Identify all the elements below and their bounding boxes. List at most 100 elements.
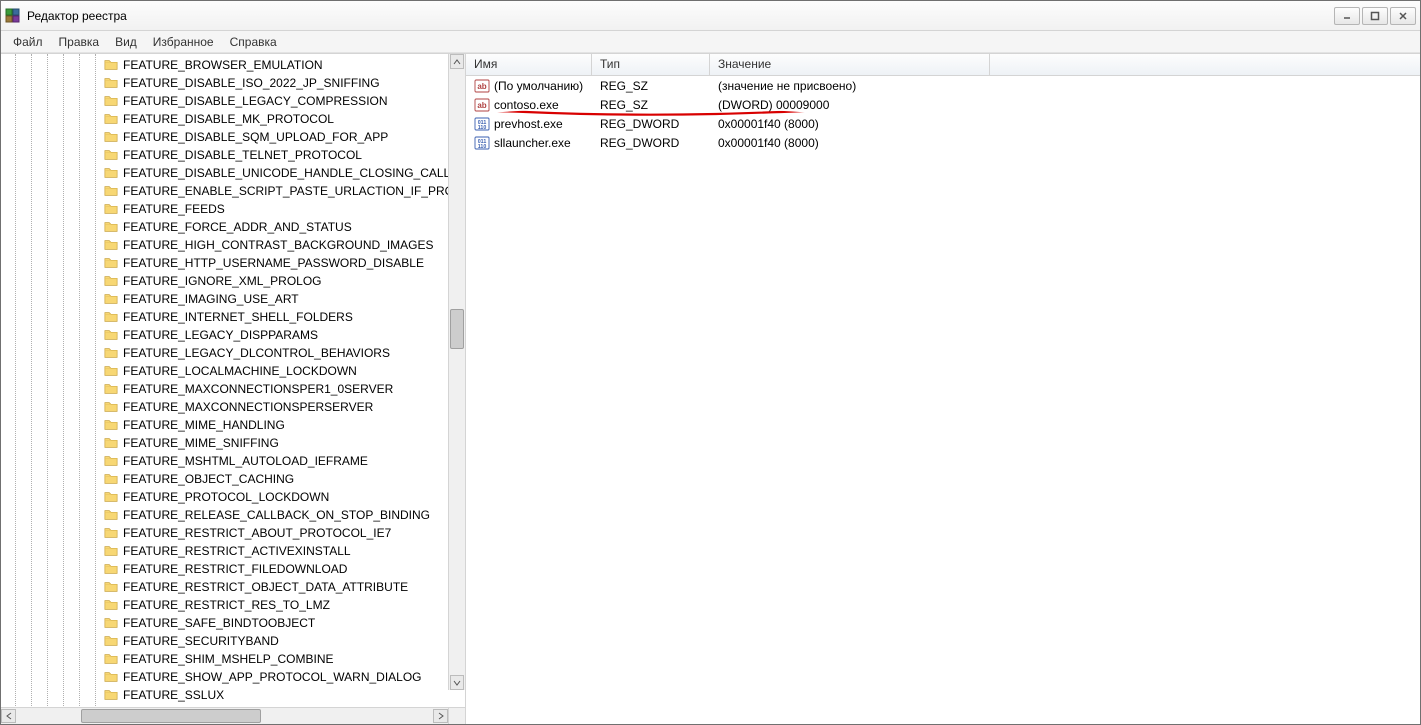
tree-item-label: FEATURE_DISABLE_UNICODE_HANDLE_CLOSING_C… — [123, 166, 465, 180]
list-body[interactable]: (По умолчанию)REG_SZ(значение не присвое… — [466, 76, 1420, 724]
tree-item[interactable]: FEATURE_DISABLE_LEGACY_COMPRESSION — [1, 92, 465, 110]
tree-item[interactable]: FEATURE_DISABLE_TELNET_PROTOCOL — [1, 146, 465, 164]
scroll-thumb[interactable] — [450, 309, 464, 349]
tree-item[interactable]: FEATURE_HTTP_USERNAME_PASSWORD_DISABLE — [1, 254, 465, 272]
tree-item-label: FEATURE_IMAGING_USE_ART — [123, 292, 299, 306]
folder-icon — [103, 202, 119, 216]
tree-item[interactable]: FEATURE_ENABLE_SCRIPT_PASTE_URLACTION_IF… — [1, 182, 465, 200]
scroll-down-arrow-icon[interactable] — [450, 675, 464, 690]
tree-horizontal-scrollbar[interactable] — [1, 707, 465, 724]
cell-name: sllauncher.exe — [466, 135, 592, 151]
tree-item[interactable]: FEATURE_SAFE_BINDTOOBJECT — [1, 614, 465, 632]
list-row[interactable]: sllauncher.exeREG_DWORD0x00001f40 (8000) — [466, 133, 1420, 152]
tree-item[interactable]: FEATURE_RESTRICT_FILEDOWNLOAD — [1, 560, 465, 578]
tree-item[interactable]: FEATURE_SSLUX — [1, 686, 465, 704]
tree-item[interactable]: FEATURE_MAXCONNECTIONSPERSERVER — [1, 398, 465, 416]
tree-item[interactable]: FEATURE_DISABLE_SQM_UPLOAD_FOR_APP — [1, 128, 465, 146]
tree-item[interactable]: FEATURE_LOCALMACHINE_LOCKDOWN — [1, 362, 465, 380]
cell-type: REG_SZ — [592, 79, 710, 93]
tree-list: FEATURE_BROWSER_EMULATION FEATURE_DISABLE… — [1, 54, 465, 707]
folder-icon — [103, 598, 119, 612]
tree-item-label: FEATURE_MAXCONNECTIONSPERSERVER — [123, 400, 373, 414]
window-title: Редактор реестра — [27, 9, 1334, 23]
tree-item[interactable]: FEATURE_RESTRICT_RES_TO_LMZ — [1, 596, 465, 614]
tree-item[interactable]: FEATURE_RESTRICT_ACTIVEXINSTALL — [1, 542, 465, 560]
tree-item-label: FEATURE_ENABLE_SCRIPT_PASTE_URLACTION_IF… — [123, 184, 465, 198]
folder-icon — [103, 382, 119, 396]
tree-item[interactable]: FEATURE_INTERNET_SHELL_FOLDERS — [1, 308, 465, 326]
window-buttons — [1334, 7, 1416, 25]
tree-item[interactable]: FEATURE_FEEDS — [1, 200, 465, 218]
tree-item[interactable]: FEATURE_SHIM_MSHELP_COMBINE — [1, 650, 465, 668]
tree-item[interactable]: FEATURE_MIME_HANDLING — [1, 416, 465, 434]
cell-value: (DWORD) 00009000 — [710, 98, 1110, 112]
tree-item-label: FEATURE_MAXCONNECTIONSPER1_0SERVER — [123, 382, 393, 396]
tree-item[interactable]: FEATURE_BROWSER_EMULATION — [1, 56, 465, 74]
tree-item[interactable]: FEATURE_LEGACY_DLCONTROL_BEHAVIORS — [1, 344, 465, 362]
dword-value-icon — [474, 135, 490, 151]
cell-type: REG_DWORD — [592, 136, 710, 150]
tree-item[interactable]: FEATURE_DISABLE_ISO_2022_JP_SNIFFING — [1, 74, 465, 92]
tree-item[interactable]: FEATURE_DISABLE_UNICODE_HANDLE_CLOSING_C… — [1, 164, 465, 182]
tree-item[interactable]: FEATURE_RESTRICT_OBJECT_DATA_ATTRIBUTE — [1, 578, 465, 596]
tree-item-label: FEATURE_BROWSER_EMULATION — [123, 58, 323, 72]
minimize-button[interactable] — [1334, 7, 1360, 25]
tree-item-label: FEATURE_FEEDS — [123, 202, 225, 216]
folder-icon — [103, 688, 119, 702]
scroll-thumb[interactable] — [81, 709, 261, 723]
tree-item[interactable]: FEATURE_MIME_SNIFFING — [1, 434, 465, 452]
menu-file[interactable]: Файл — [5, 33, 51, 51]
tree-item-label: FEATURE_RESTRICT_ACTIVEXINSTALL — [123, 544, 351, 558]
value-name: (По умолчанию) — [494, 79, 583, 93]
folder-icon — [103, 130, 119, 144]
tree-item-label: FEATURE_DISABLE_TELNET_PROTOCOL — [123, 148, 362, 162]
menu-favorites[interactable]: Избранное — [145, 33, 222, 51]
tree-item[interactable]: FEATURE_SHOW_APP_PROTOCOL_WARN_DIALOG — [1, 668, 465, 686]
tree-item-label: FEATURE_OBJECT_CACHING — [123, 472, 294, 486]
tree-item[interactable]: FEATURE_IMAGING_USE_ART — [1, 290, 465, 308]
tree-item[interactable]: FEATURE_OBJECT_CACHING — [1, 470, 465, 488]
column-header-name[interactable]: Имя — [466, 54, 592, 75]
menu-edit[interactable]: Правка — [51, 33, 108, 51]
tree-scroll[interactable]: FEATURE_BROWSER_EMULATION FEATURE_DISABLE… — [1, 54, 465, 707]
tree-item[interactable]: FEATURE_RELEASE_CALLBACK_ON_STOP_BINDING — [1, 506, 465, 524]
close-button[interactable] — [1390, 7, 1416, 25]
tree-item[interactable]: FEATURE_RESTRICT_ABOUT_PROTOCOL_IE7 — [1, 524, 465, 542]
scroll-corner — [448, 708, 465, 724]
tree-item[interactable]: FEATURE_PROTOCOL_LOCKDOWN — [1, 488, 465, 506]
folder-icon — [103, 580, 119, 594]
list-row[interactable]: (По умолчанию)REG_SZ(значение не присвое… — [466, 76, 1420, 95]
tree-item-label: FEATURE_SHOW_APP_PROTOCOL_WARN_DIALOG — [123, 670, 422, 684]
tree-item[interactable]: FEATURE_IGNORE_XML_PROLOG — [1, 272, 465, 290]
tree-item[interactable]: FEATURE_MAXCONNECTIONSPER1_0SERVER — [1, 380, 465, 398]
folder-icon — [103, 652, 119, 666]
tree-vertical-scrollbar[interactable] — [448, 54, 465, 690]
string-value-icon — [474, 78, 490, 94]
tree-item[interactable]: FEATURE_DISABLE_MK_PROTOCOL — [1, 110, 465, 128]
list-row[interactable]: contoso.exe REG_SZ(DWORD) 00009000 — [466, 95, 1420, 114]
maximize-button[interactable] — [1362, 7, 1388, 25]
dword-value-icon — [474, 116, 490, 132]
tree-item-label: FEATURE_DISABLE_LEGACY_COMPRESSION — [123, 94, 388, 108]
cell-type: REG_SZ — [592, 98, 710, 112]
tree-item[interactable]: FEATURE_FORCE_ADDR_AND_STATUS — [1, 218, 465, 236]
scroll-right-arrow-icon[interactable] — [433, 709, 448, 723]
tree-item-label: FEATURE_DISABLE_MK_PROTOCOL — [123, 112, 334, 126]
folder-icon — [103, 346, 119, 360]
scroll-up-arrow-icon[interactable] — [450, 54, 464, 69]
folder-icon — [103, 400, 119, 414]
column-header-type[interactable]: Тип — [592, 54, 710, 75]
cell-name: prevhost.exe — [466, 116, 592, 132]
tree-item[interactable]: FEATURE_MSHTML_AUTOLOAD_IEFRAME — [1, 452, 465, 470]
tree-item-label: FEATURE_HIGH_CONTRAST_BACKGROUND_IMAGES — [123, 238, 434, 252]
tree-item[interactable]: FEATURE_SECURITYBAND — [1, 632, 465, 650]
column-header-value[interactable]: Значение — [710, 54, 990, 75]
value-name: contoso.exe — [494, 98, 559, 112]
tree-item-label: FEATURE_LOCALMACHINE_LOCKDOWN — [123, 364, 357, 378]
tree-item[interactable]: FEATURE_HIGH_CONTRAST_BACKGROUND_IMAGES — [1, 236, 465, 254]
menu-help[interactable]: Справка — [222, 33, 285, 51]
scroll-left-arrow-icon[interactable] — [1, 709, 16, 723]
tree-item[interactable]: FEATURE_LEGACY_DISPPARAMS — [1, 326, 465, 344]
menu-view[interactable]: Вид — [107, 33, 145, 51]
list-row[interactable]: prevhost.exeREG_DWORD0x00001f40 (8000) — [466, 114, 1420, 133]
